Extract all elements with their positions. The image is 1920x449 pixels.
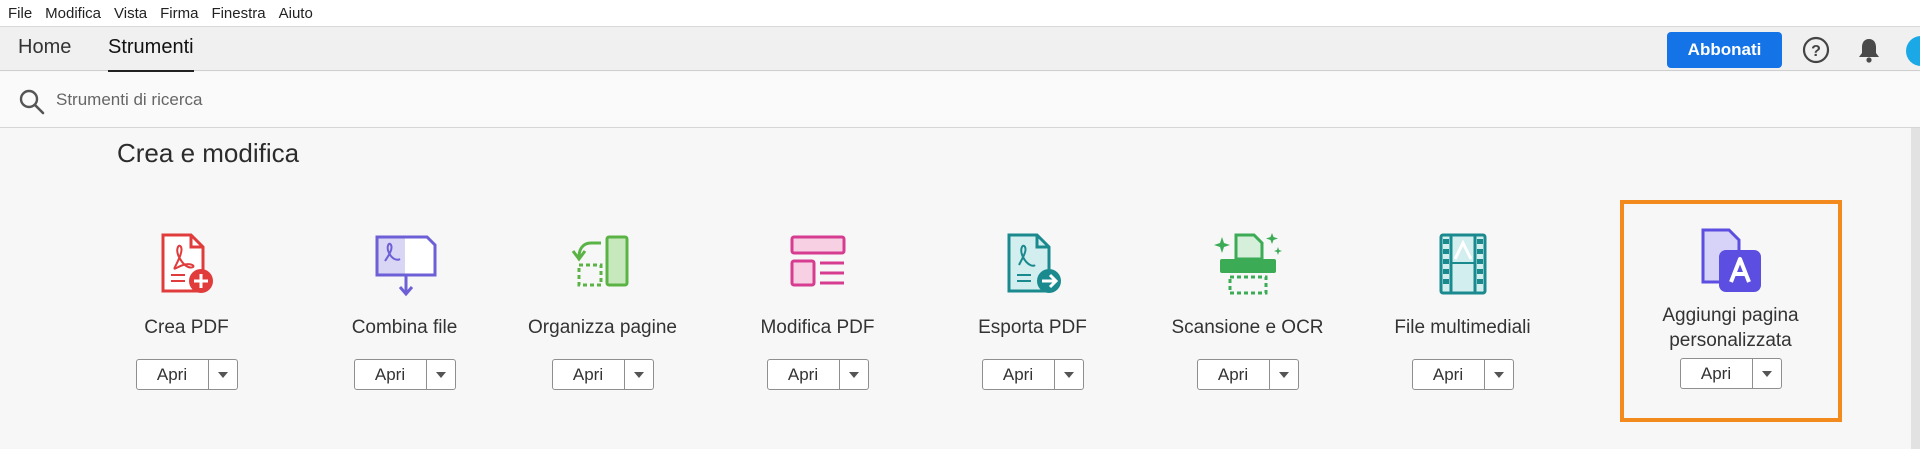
avatar[interactable] bbox=[1906, 36, 1920, 66]
custom-page-icon bbox=[1701, 228, 1761, 292]
tool-esporta-pdf[interactable]: Esporta PDF Apri bbox=[925, 225, 1140, 405]
tool-name: Crea PDF bbox=[144, 317, 229, 338]
tab-strumenti[interactable]: Strumenti bbox=[108, 36, 194, 72]
chevron-down-icon[interactable] bbox=[625, 360, 653, 389]
section-title: Crea e modifica bbox=[117, 138, 300, 168]
edit-pdf-icon bbox=[790, 235, 845, 287]
tool-name: Combina file bbox=[351, 317, 458, 338]
open-dropdown: Apri bbox=[353, 359, 456, 390]
menu-firma[interactable]: Firma bbox=[160, 5, 198, 22]
tool-combina-file[interactable]: Combina file Apri bbox=[297, 225, 512, 405]
tool-name: File multimediali bbox=[1394, 317, 1531, 338]
open-button[interactable]: Apri bbox=[553, 360, 625, 389]
chevron-down-icon[interactable] bbox=[1485, 360, 1513, 389]
bell-icon[interactable] bbox=[1856, 36, 1882, 64]
open-button[interactable]: Apri bbox=[1413, 360, 1485, 389]
create-pdf-icon bbox=[161, 233, 213, 293]
chevron-down-icon[interactable] bbox=[1270, 360, 1298, 389]
subscribe-button[interactable]: Abbonati bbox=[1667, 32, 1782, 68]
open-button[interactable]: Apri bbox=[355, 360, 427, 389]
chevron-down-icon[interactable] bbox=[1753, 359, 1781, 388]
menu-bar: File Modifica Vista Firma Finestra Aiuto bbox=[0, 0, 1920, 26]
open-button[interactable]: Apri bbox=[983, 360, 1055, 389]
tool-file-multimediali[interactable]: File multimediali Apri bbox=[1355, 225, 1570, 405]
open-button[interactable]: Apri bbox=[137, 360, 209, 389]
help-icon[interactable]: ? bbox=[1802, 36, 1830, 64]
scrollbar[interactable] bbox=[1911, 128, 1920, 449]
tool-scansione-ocr[interactable]: Scansione e OCR Apri bbox=[1140, 225, 1355, 405]
search-input[interactable] bbox=[56, 86, 656, 114]
tool-organizza-pagine[interactable]: Organizza pagine Apri bbox=[495, 225, 710, 405]
svg-text:?: ? bbox=[1811, 43, 1821, 60]
combine-files-icon bbox=[375, 235, 436, 297]
open-dropdown: Apri bbox=[551, 359, 654, 390]
tool-name: Aggiungi pagina personalizzata bbox=[1662, 305, 1799, 351]
tab-bar: Home Strumenti Abbonati ? bbox=[0, 26, 1920, 72]
open-button[interactable]: Apri bbox=[1198, 360, 1270, 389]
chevron-down-icon[interactable] bbox=[840, 360, 868, 389]
menu-finestra[interactable]: Finestra bbox=[211, 5, 265, 22]
tool-name: Esporta PDF bbox=[978, 317, 1087, 338]
tool-name: Organizza pagine bbox=[528, 317, 677, 338]
chevron-down-icon[interactable] bbox=[209, 360, 237, 389]
tool-aggiungi-pagina-personalizzata[interactable]: Aggiungi pagina personalizzata Apri bbox=[1623, 225, 1838, 405]
tool-search-bar bbox=[0, 72, 1920, 128]
open-dropdown: Apri bbox=[1411, 359, 1514, 390]
menu-aiuto[interactable]: Aiuto bbox=[279, 5, 313, 22]
open-dropdown: Apri bbox=[1679, 358, 1782, 389]
open-dropdown: Apri bbox=[766, 359, 869, 390]
export-pdf-icon bbox=[1007, 233, 1061, 293]
media-files-icon bbox=[1439, 233, 1486, 295]
chevron-down-icon[interactable] bbox=[1055, 360, 1083, 389]
open-button[interactable]: Apri bbox=[1681, 359, 1753, 388]
chevron-down-icon[interactable] bbox=[427, 360, 455, 389]
menu-modifica[interactable]: Modifica bbox=[45, 5, 101, 22]
open-dropdown: Apri bbox=[981, 359, 1084, 390]
search-icon bbox=[19, 89, 45, 115]
menu-vista[interactable]: Vista bbox=[114, 5, 147, 22]
organize-pages-icon bbox=[571, 235, 628, 287]
tool-crea-pdf[interactable]: Crea PDF Apri bbox=[79, 225, 294, 405]
tab-home[interactable]: Home bbox=[18, 36, 71, 59]
open-dropdown: Apri bbox=[135, 359, 238, 390]
scan-ocr-icon bbox=[1213, 233, 1282, 295]
open-dropdown: Apri bbox=[1196, 359, 1299, 390]
tool-name: Scansione e OCR bbox=[1171, 317, 1324, 338]
tool-name: Modifica PDF bbox=[760, 317, 875, 338]
tool-modifica-pdf[interactable]: Modifica PDF Apri bbox=[710, 225, 925, 405]
open-button[interactable]: Apri bbox=[768, 360, 840, 389]
menu-file[interactable]: File bbox=[8, 5, 32, 22]
